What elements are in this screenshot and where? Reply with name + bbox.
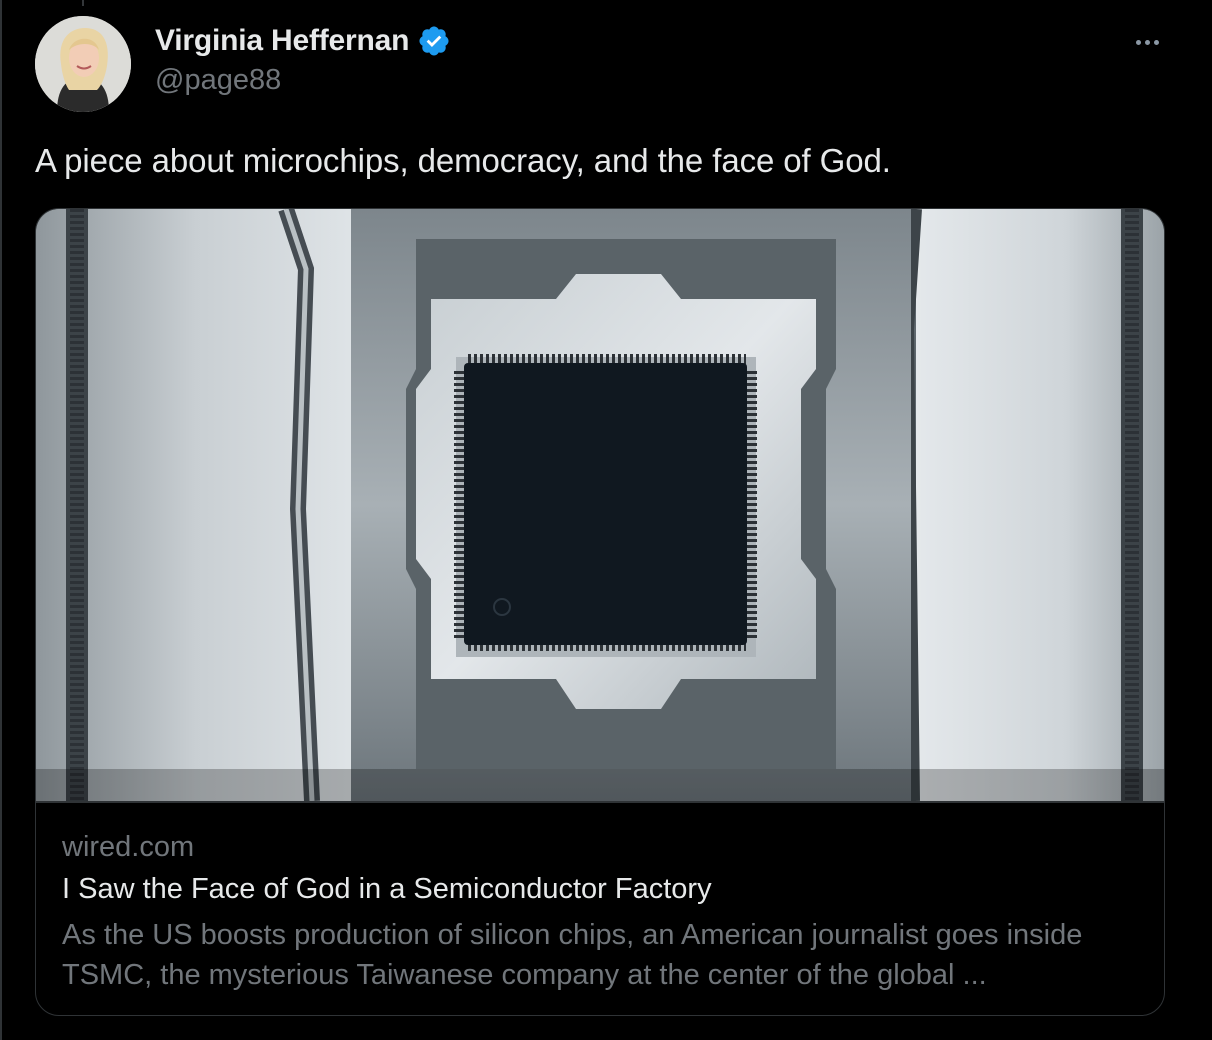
card-divider bbox=[36, 801, 1164, 803]
link-card-description: As the US boosts production of silicon c… bbox=[62, 919, 1083, 991]
link-card[interactable]: wired.com I Saw the Face of God in a Sem… bbox=[35, 208, 1165, 1016]
link-card-title: I Saw the Face of God in a Semiconductor… bbox=[62, 873, 712, 905]
avatar-photo bbox=[35, 16, 131, 112]
tweet-text: A piece about microchips, democracy, and… bbox=[35, 142, 891, 179]
more-options-icon[interactable] bbox=[1127, 28, 1167, 56]
author-display-name[interactable]: Virginia Heffernan bbox=[155, 24, 409, 58]
author-handle[interactable]: @page88 bbox=[155, 64, 281, 97]
author-name-row: Virginia Heffernan bbox=[155, 24, 451, 58]
link-card-domain: wired.com bbox=[62, 831, 195, 863]
column-border bbox=[0, 0, 2, 1040]
verified-badge-icon bbox=[419, 26, 449, 56]
thread-connector-line bbox=[82, 0, 84, 6]
link-card-image[interactable] bbox=[36, 209, 1165, 801]
avatar[interactable] bbox=[35, 16, 131, 112]
